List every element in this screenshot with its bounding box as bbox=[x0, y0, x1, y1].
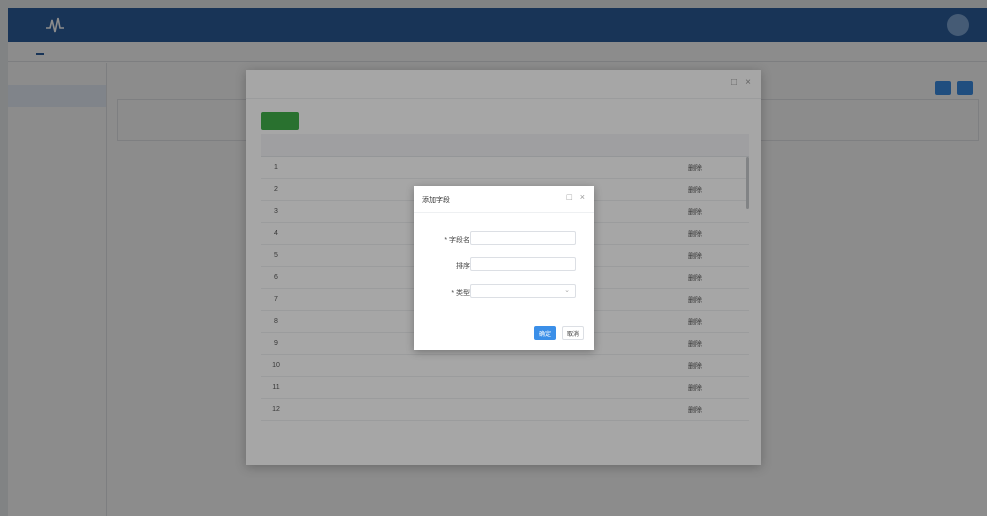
add-field-dialog: 添加字段 □ × * 字段名 排序 * 类型 ⌄ 确定 取消 bbox=[414, 186, 594, 350]
dialog-buttons: 确定 取消 bbox=[534, 326, 584, 340]
confirm-button[interactable]: 确定 bbox=[534, 326, 556, 340]
cancel-button[interactable]: 取消 bbox=[562, 326, 584, 340]
type-label: * 类型 bbox=[451, 290, 470, 297]
sort-label: 排序 bbox=[456, 263, 470, 270]
form-row-field-name: * 字段名 bbox=[414, 231, 594, 247]
maximize-icon[interactable]: □ bbox=[567, 193, 572, 202]
field-name-input[interactable] bbox=[470, 231, 576, 245]
form-row-sort: 排序 bbox=[414, 257, 594, 273]
chevron-down-icon: ⌄ bbox=[564, 287, 570, 294]
form-row-type: * 类型 ⌄ bbox=[414, 284, 594, 300]
sort-input[interactable] bbox=[470, 257, 576, 271]
close-icon[interactable]: × bbox=[580, 193, 585, 202]
field-name-label: * 字段名 bbox=[444, 237, 470, 244]
dialog-header: 添加字段 □ × bbox=[414, 186, 594, 213]
type-select[interactable]: ⌄ bbox=[470, 284, 576, 298]
dialog-title: 添加字段 bbox=[422, 197, 450, 204]
